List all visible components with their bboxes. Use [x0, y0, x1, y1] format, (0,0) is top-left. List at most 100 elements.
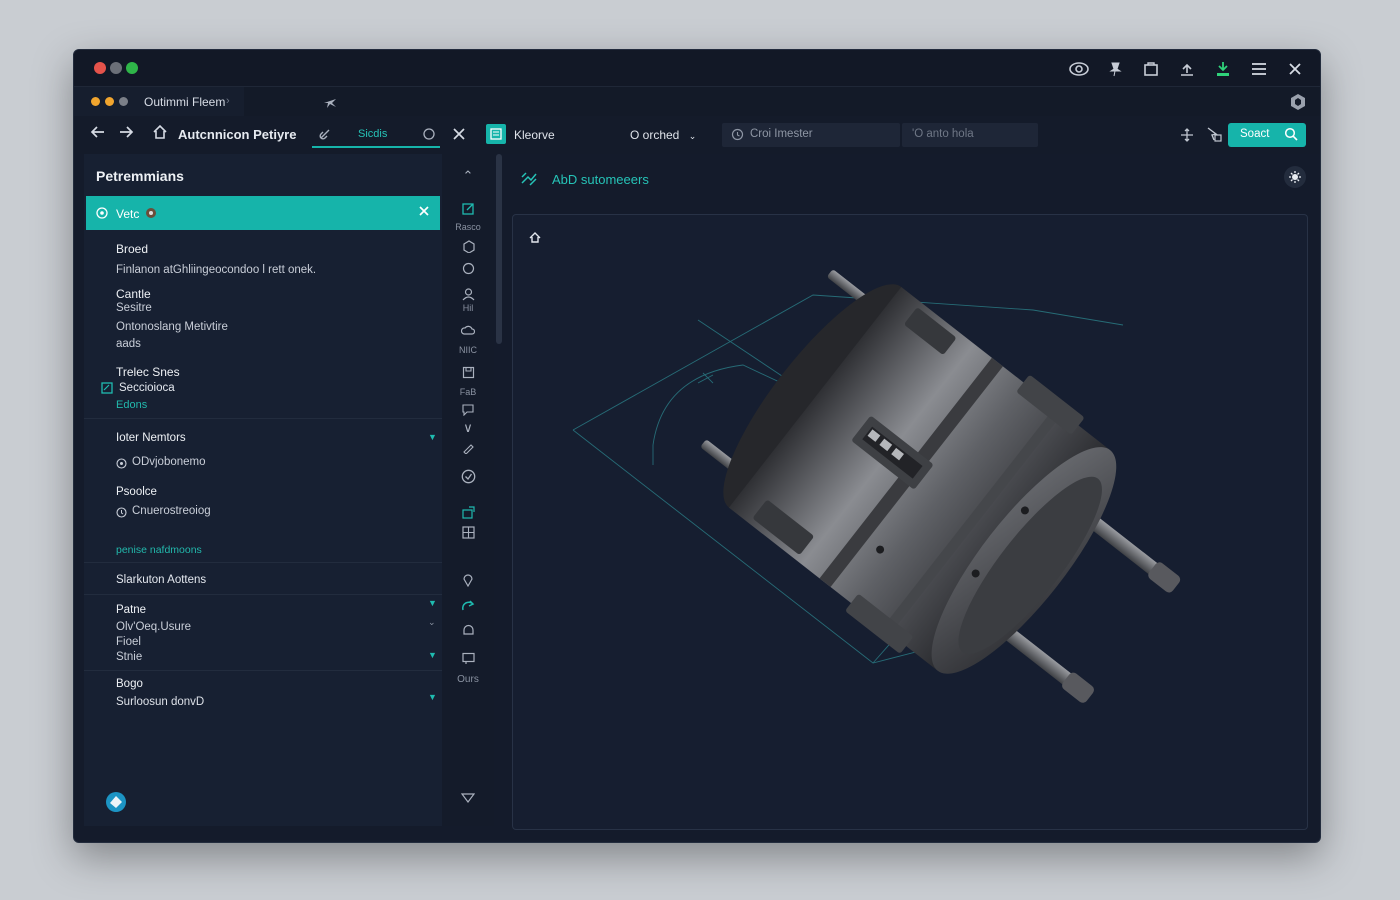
- minimize-window-dot[interactable]: [110, 62, 122, 74]
- grid-icon[interactable]: [458, 522, 478, 542]
- main-panel: AbD sutomeeers: [504, 154, 1320, 834]
- settings-badge-icon[interactable]: [1284, 166, 1306, 188]
- message-icon[interactable]: [458, 648, 478, 668]
- tab-main[interactable]: Outimmi Fleem ›: [74, 87, 244, 117]
- check-circle-icon[interactable]: [458, 466, 478, 486]
- eye-icon[interactable]: [1068, 58, 1090, 80]
- divider: [84, 562, 442, 563]
- view-dropdown[interactable]: O orched ⌄: [630, 128, 696, 142]
- chevron-down-icon[interactable]: ∨: [458, 418, 478, 438]
- forward-arrow-icon[interactable]: [118, 124, 134, 145]
- puzzle-icon[interactable]: [1288, 92, 1308, 117]
- section-line: Olv'Oeq.Usure: [116, 621, 192, 633]
- document-icon[interactable]: [486, 124, 506, 144]
- plane-icon[interactable]: [322, 94, 338, 115]
- cloud-icon[interactable]: [458, 320, 478, 340]
- caret-down-icon[interactable]: ▼: [428, 432, 437, 442]
- view-dropdown-label: O orched: [630, 128, 680, 142]
- section-heading: Slarkuton Aottens: [116, 574, 207, 586]
- move-icon[interactable]: [1180, 128, 1194, 147]
- triangle-down-icon[interactable]: [458, 788, 478, 808]
- rail-label: FaB: [459, 387, 477, 397]
- section-text: Finlanon atGhliingeocondoo l rett onek.: [116, 264, 317, 276]
- cube-icon[interactable]: [458, 236, 478, 256]
- section-link[interactable]: Edons: [116, 399, 147, 411]
- section-heading: Cantle: [116, 287, 151, 301]
- rail-label: Ours: [457, 674, 479, 685]
- circle-icon[interactable]: [458, 258, 478, 278]
- caret-down-icon[interactable]: ▼: [428, 598, 437, 608]
- divider: [84, 594, 442, 595]
- section-link[interactable]: penise nafdmoons: [116, 544, 202, 556]
- section-line: Stnie: [116, 651, 143, 663]
- 3d-viewport[interactable]: [512, 214, 1308, 830]
- caret-down-icon[interactable]: ▼: [428, 650, 437, 660]
- bell-icon[interactable]: [458, 620, 478, 640]
- chevron-right-icon: ›: [226, 95, 230, 107]
- cursor-icon[interactable]: [1206, 126, 1222, 147]
- chevron-down-icon[interactable]: ⌄: [428, 617, 436, 628]
- secondary-filter-placeholder: 'O anto hola: [912, 128, 974, 140]
- window-icon[interactable]: [1140, 58, 1162, 80]
- sidebar: Petremmians Vetc Broed Finlanon atGhliin…: [84, 154, 442, 826]
- comment-icon[interactable]: [458, 400, 478, 420]
- tab-title: Outimmi Fleem: [144, 95, 226, 109]
- sidebar-item-label: Vetc: [116, 207, 140, 221]
- close-icon[interactable]: [418, 205, 430, 220]
- link-icon: [318, 127, 332, 146]
- sidebar-title: Petremmians: [96, 168, 184, 184]
- close-icon[interactable]: [1284, 58, 1306, 80]
- section-heading: Patne: [116, 604, 147, 616]
- target-icon: [96, 207, 108, 222]
- section-heading: Broed: [116, 242, 149, 256]
- divider: [84, 418, 442, 419]
- download-icon[interactable]: [1212, 58, 1234, 80]
- clock-icon: [116, 505, 127, 523]
- pin-icon[interactable]: [1104, 58, 1126, 80]
- app-title: Autcnnicon Petiyre: [178, 127, 297, 142]
- section-line: Ontonoslang Metivtire: [116, 321, 228, 333]
- back-arrow-icon[interactable]: [90, 124, 106, 145]
- search-submit-label: Soact: [1240, 128, 1270, 140]
- maximize-window-dot[interactable]: [126, 62, 138, 74]
- secondary-filter-input[interactable]: 'O anto hola: [902, 123, 1038, 147]
- app-window: Outimmi Fleem › Autcnnicon Petiyre Sicdi…: [73, 49, 1321, 843]
- refresh-icon[interactable]: [422, 127, 436, 146]
- close-search-icon[interactable]: [452, 127, 466, 146]
- upload-icon[interactable]: [1176, 58, 1198, 80]
- edit-icon: [101, 381, 113, 399]
- section-line: aads: [116, 338, 141, 350]
- sidebar-item-active[interactable]: Vetc: [86, 196, 440, 230]
- caret-down-icon[interactable]: ▼: [428, 692, 437, 702]
- rail-label: Rasco: [455, 222, 481, 232]
- user-icon[interactable]: [458, 284, 478, 304]
- rail-label: NIIC: [459, 345, 477, 355]
- automation-icon: [520, 171, 538, 192]
- document-toolbar: Kleorve O orched ⌄ Croi Imester 'O anto …: [484, 116, 1320, 154]
- search-submit-button[interactable]: Soact: [1228, 123, 1306, 147]
- document-label: Kleorve: [514, 128, 555, 142]
- home-icon[interactable]: [152, 124, 168, 145]
- section-line: Sesitre: [116, 302, 152, 314]
- rail-label: Hil: [462, 303, 474, 313]
- menu-icon[interactable]: [1248, 58, 1270, 80]
- logo-icon[interactable]: [104, 790, 128, 819]
- close-window-dot[interactable]: [94, 62, 106, 74]
- redo-icon[interactable]: [458, 596, 478, 616]
- filter-input[interactable]: Croi Imester: [722, 123, 900, 147]
- edit-square-icon[interactable]: [458, 198, 478, 218]
- pen-icon[interactable]: [458, 438, 478, 458]
- save-icon[interactable]: [458, 362, 478, 382]
- tab-dot: [91, 97, 100, 106]
- collapse-up-icon[interactable]: ⌃: [458, 166, 478, 186]
- location-pin-icon[interactable]: [458, 570, 478, 590]
- section-line: Seccioioca: [119, 382, 175, 394]
- share-icon[interactable]: [458, 502, 478, 522]
- model-render: [572, 270, 1181, 703]
- scrollbar[interactable]: [496, 154, 502, 344]
- search-input[interactable]: Sicdis: [312, 124, 440, 148]
- title-bar: [74, 50, 1320, 86]
- chevron-down-icon: ⌄: [688, 131, 697, 141]
- divider: [84, 670, 442, 671]
- section-line: Surloosun donvD: [116, 696, 205, 708]
